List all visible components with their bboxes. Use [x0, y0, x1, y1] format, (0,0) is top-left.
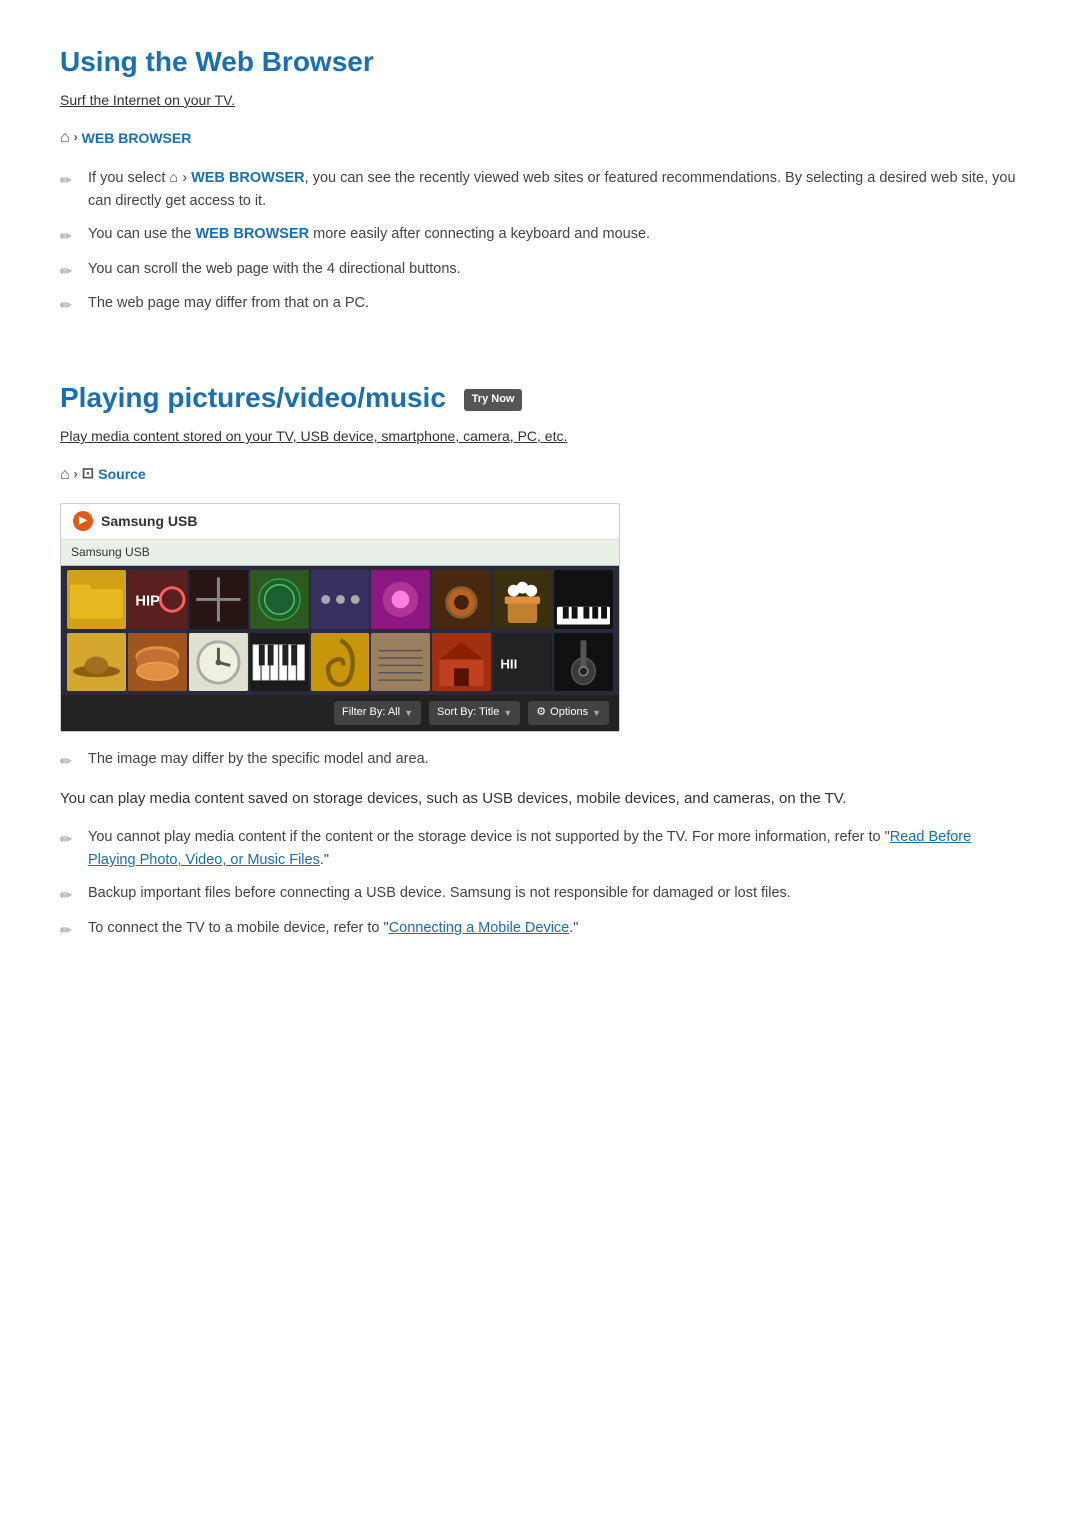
bullet-text-mb1: You cannot play media content if the con… [88, 826, 1020, 872]
filter-label: Filter By: All [342, 704, 400, 722]
media-browser-header: ▶ Samsung USB [61, 504, 619, 539]
source-folder-icon: ⊡ [82, 462, 95, 486]
bullet-item-mb2: ✏ Backup important files before connecti… [60, 882, 1020, 906]
bullet-item-image-note: ✏ The image may differ by the specific m… [60, 748, 1020, 772]
home-icon: ⌂ [60, 125, 70, 151]
media-thumb-9 [554, 570, 613, 629]
link-read-before[interactable]: Read Before Playing Photo, Video, or Mus… [88, 829, 971, 868]
media-thumb-10 [67, 633, 126, 692]
pencil-icon-wb2: ✏ [60, 225, 78, 247]
bullet-item-wb4: ✏ The web page may differ from that on a… [60, 292, 1020, 316]
svg-text:HII: HII [501, 656, 518, 671]
sort-button[interactable]: Sort By: Title ▼ [429, 701, 520, 725]
source-breadcrumb-label: Source [98, 463, 145, 485]
media-thumb-16 [432, 633, 491, 692]
web-browser-link2: WEB BROWSER [196, 226, 310, 242]
sort-label: Sort By: Title [437, 704, 499, 722]
options-arrow-icon: ▼ [592, 706, 601, 720]
media-note-paragraph: You can play media content saved on stor… [60, 786, 1020, 812]
options-gear-icon: ⚙ [536, 704, 546, 722]
media-thumb-13 [250, 633, 309, 692]
try-now-badge[interactable]: Try Now [464, 389, 523, 411]
media-grid-row2: HII [61, 631, 619, 696]
media-thumb-17: HII [493, 633, 552, 692]
web-browser-bullet-list: ✏ If you select ⌂ › WEB BROWSER, you can… [60, 167, 1020, 317]
link-connecting-mobile[interactable]: Connecting a Mobile Device [389, 920, 570, 936]
bullet-item-mb1: ✏ You cannot play media content if the c… [60, 826, 1020, 872]
pencil-icon-note: ✏ [60, 750, 78, 772]
pencil-icon-mb2: ✏ [60, 884, 78, 906]
options-label: Options [550, 704, 588, 722]
bullet-text-wb4: The web page may differ from that on a P… [88, 292, 369, 315]
media-bullet-list: ✏ You cannot play media content if the c… [60, 826, 1020, 941]
bullet-text-wb2: You can use the WEB BROWSER more easily … [88, 223, 650, 246]
svg-text:HIP: HIP [135, 593, 160, 609]
image-note-text: The image may differ by the specific mod… [88, 748, 429, 771]
pencil-icon-wb4: ✏ [60, 294, 78, 316]
bullet-item-wb3: ✏ You can scroll the web page with the 4… [60, 258, 1020, 282]
media-thumb-2: HIP [128, 570, 187, 629]
media-browser-tab: Samsung USB [61, 540, 619, 566]
usb-icon: ▶ [73, 511, 93, 531]
bullet-item-wb2: ✏ You can use the WEB BROWSER more easil… [60, 223, 1020, 247]
media-thumb-5 [311, 570, 370, 629]
options-button[interactable]: ⚙ Options ▼ [528, 701, 609, 725]
media-thumb-7 [432, 570, 491, 629]
device-name: Samsung USB [101, 510, 197, 532]
media-thumb-18 [554, 633, 613, 692]
note-paragraph-text: You can play media content saved on stor… [60, 790, 847, 807]
media-thumb-12 [189, 633, 248, 692]
sort-arrow-icon: ▼ [503, 706, 512, 720]
chevron-icon: › [74, 128, 78, 147]
bullet-text-wb3: You can scroll the web page with the 4 d… [88, 258, 461, 281]
web-browser-breadcrumb: ⌂ › WEB BROWSER [60, 125, 1020, 151]
bullet-item-mb3: ✏ To connect the TV to a mobile device, … [60, 917, 1020, 941]
image-note-list: ✏ The image may differ by the specific m… [60, 748, 1020, 772]
pencil-icon-wb3: ✏ [60, 260, 78, 282]
media-grid-row1: HIP [61, 566, 619, 631]
web-browser-subtitle: Surf the Internet on your TV. [60, 89, 1020, 111]
media-thumb-15 [371, 633, 430, 692]
media-thumb-14 [311, 633, 370, 692]
media-thumb-6 [371, 570, 430, 629]
web-browser-title: Using the Web Browser [60, 40, 1020, 85]
media-section: Playing pictures/video/music Try Now Pla… [60, 376, 1020, 941]
media-thumb-8 [493, 570, 552, 629]
media-thumb-1 [67, 570, 126, 629]
web-browser-link1: WEB BROWSER [191, 170, 305, 186]
media-title: Playing pictures/video/music Try Now [60, 376, 1020, 421]
media-thumb-4 [250, 570, 309, 629]
filter-button[interactable]: Filter By: All ▼ [334, 701, 421, 725]
media-breadcrumb: ⌂ › ⊡ Source [60, 462, 1020, 488]
pencil-icon-mb1: ✏ [60, 828, 78, 850]
pencil-icon-wb1: ✏ [60, 169, 78, 191]
chevron-icon-media: › [74, 465, 78, 484]
pencil-icon-mb3: ✏ [60, 919, 78, 941]
bullet-text-mb2: Backup important files before connecting… [88, 882, 791, 905]
media-thumb-3 [189, 570, 248, 629]
media-title-text: Playing pictures/video/music [60, 382, 446, 413]
media-thumb-11 [128, 633, 187, 692]
bullet-text-mb3: To connect the TV to a mobile device, re… [88, 917, 578, 940]
web-browser-breadcrumb-label: WEB BROWSER [82, 127, 192, 149]
web-browser-section: Using the Web Browser Surf the Internet … [60, 40, 1020, 316]
bullet-item-wb1: ✏ If you select ⌂ › WEB BROWSER, you can… [60, 167, 1020, 213]
home-inline-icon: ⌂ [169, 170, 178, 186]
bullet-text-wb1: If you select ⌂ › WEB BROWSER, you can s… [88, 167, 1020, 213]
media-subtitle: Play media content stored on your TV, US… [60, 425, 1020, 447]
filter-arrow-icon: ▼ [404, 706, 413, 720]
media-browser: ▶ Samsung USB Samsung USB HIP [60, 503, 620, 732]
home-icon-media: ⌂ [60, 462, 70, 488]
media-browser-footer: Filter By: All ▼ Sort By: Title ▼ ⚙ Opti… [61, 695, 619, 731]
